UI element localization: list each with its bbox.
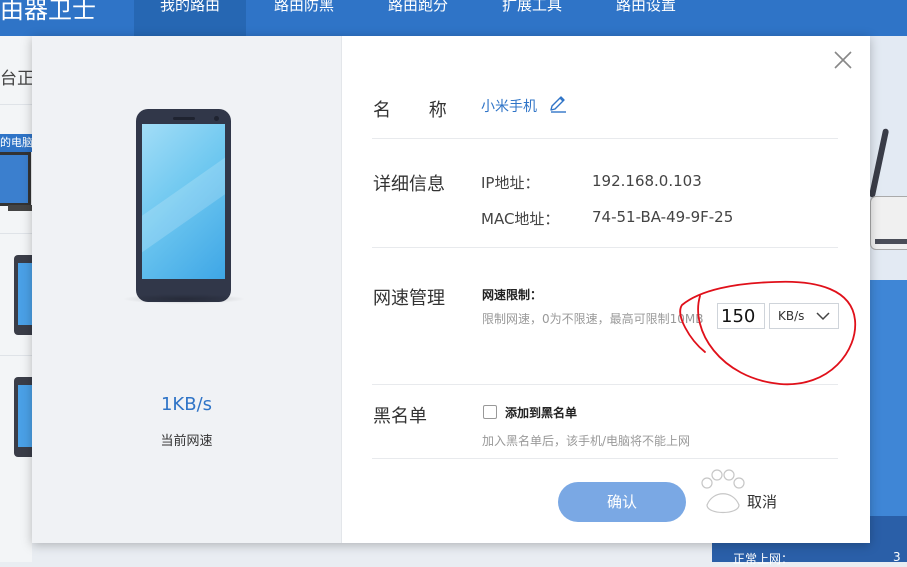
current-speed-value: 1KB/s: [160, 394, 213, 415]
device-summary-panel: 1KB/s 当前网速: [32, 36, 342, 543]
chevron-down-icon: [816, 312, 830, 321]
divider: [372, 247, 838, 248]
speed-limit-input[interactable]: [717, 303, 765, 329]
divider: [0, 233, 32, 234]
tablet-icon: [14, 255, 32, 335]
tablet-icon: [14, 377, 32, 457]
speed-limit-hint: 限制网速，0为不限速，最高可限制10MB: [482, 312, 704, 326]
cancel-button[interactable]: 取消: [698, 482, 826, 522]
divider: [372, 138, 838, 139]
speed-unit-select[interactable]: KB/s: [769, 303, 839, 329]
blacklist-checkbox-label[interactable]: 添加到黑名单: [505, 404, 577, 421]
detail-label: 详细信息: [373, 174, 445, 195]
nav-label: 扩展工具: [501, 0, 562, 14]
mac-value: 74-51-BA-49-9F-25: [592, 208, 734, 226]
nav-ext-tools[interactable]: 扩展工具: [476, 0, 588, 36]
router-icon: [870, 196, 907, 250]
nav-router-settings[interactable]: 路由设置: [590, 0, 702, 36]
current-speed-label: 当前网速: [160, 434, 213, 449]
ip-label: IP地址：: [481, 174, 540, 192]
device-name: 小米手机: [481, 99, 537, 115]
background-status-text: 正常上网：: [733, 552, 794, 566]
blacklist-label: 黑名单: [373, 406, 427, 427]
background-device-tab: 的电脑: [0, 134, 32, 152]
background-right-chart: [870, 280, 907, 516]
divider: [372, 384, 838, 385]
speed-management-label: 网速管理: [373, 288, 445, 309]
smartphone-icon: [136, 109, 231, 302]
nav-label: 路由跑分: [387, 0, 448, 14]
mac-label: MAC地址：: [481, 210, 560, 228]
nav-label: 路由设置: [615, 0, 676, 14]
blacklist-hint: 加入黑名单后，该手机/电脑将不能上网: [482, 434, 691, 448]
nav-router-benchmark[interactable]: 路由跑分: [362, 0, 474, 36]
nav-label: 我的路由: [159, 0, 220, 14]
monitor-stand: [8, 205, 32, 211]
nav-router-protect[interactable]: 路由防黑: [248, 0, 360, 36]
monitor-icon: [0, 152, 31, 206]
close-icon[interactable]: [833, 50, 853, 70]
divider: [0, 355, 32, 356]
blacklist-checkbox[interactable]: [483, 405, 497, 419]
divider: [0, 104, 32, 105]
speed-limit-title: 网速限制：: [482, 288, 543, 302]
app-title: 由器卫士: [0, 0, 96, 24]
speed-unit-value: KB/s: [778, 309, 805, 323]
confirm-button[interactable]: 确认: [558, 482, 686, 522]
divider: [372, 458, 838, 459]
nav-label: 路由防黑: [273, 0, 334, 14]
pencil-icon[interactable]: [548, 94, 568, 114]
top-nav-bar: 由器卫士 我的路由 路由防黑 路由跑分 扩展工具 路由设置: [0, 0, 907, 36]
device-settings-dialog: 1KB/s 当前网速 名 称 小米手机 详细信息 IP地址： 192.168.0…: [32, 36, 870, 543]
nav-my-router[interactable]: 我的路由: [134, 0, 246, 36]
name-label: 名 称: [373, 100, 463, 121]
ip-value: 192.168.0.103: [592, 172, 702, 190]
